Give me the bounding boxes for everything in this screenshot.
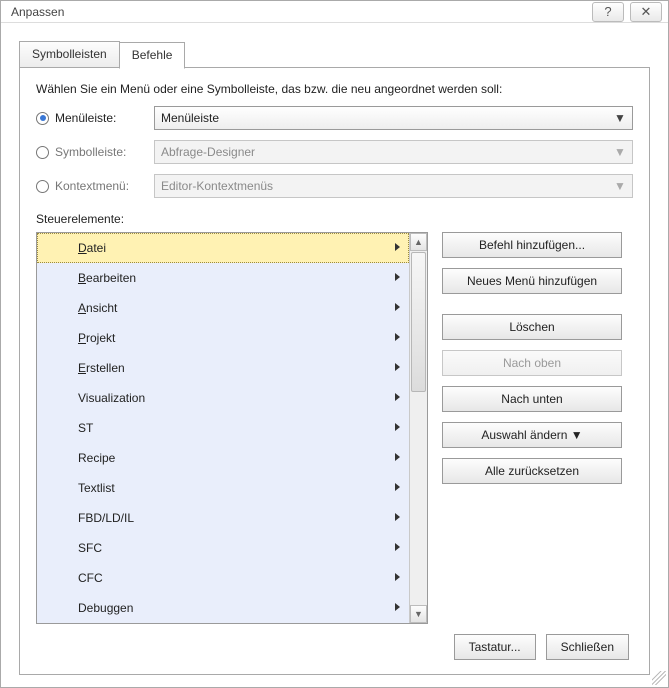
list-item[interactable]: ST bbox=[37, 413, 409, 443]
list-item-label: Ansicht bbox=[78, 301, 117, 315]
content: Symbolleisten Befehle Wählen Sie ein Men… bbox=[1, 23, 668, 687]
chevron-down-icon: ▼ bbox=[612, 178, 628, 194]
radio-context[interactable] bbox=[36, 180, 49, 193]
list-item-label: Textlist bbox=[78, 481, 115, 495]
submenu-arrow-icon bbox=[395, 483, 400, 491]
titlebar: Anpassen ? ✕ bbox=[1, 1, 668, 23]
list-item[interactable]: Erstellen bbox=[37, 353, 409, 383]
window-title: Anpassen bbox=[11, 5, 586, 19]
tab-toolbars[interactable]: Symbolleisten bbox=[19, 41, 120, 68]
option-menubar-label: Menüleiste: bbox=[55, 111, 116, 125]
list-item-label: Erstellen bbox=[78, 361, 125, 375]
commands-panel: Wählen Sie ein Menü oder eine Symbolleis… bbox=[19, 67, 650, 675]
option-menubar-label-wrap[interactable]: Menüleiste: bbox=[36, 111, 146, 125]
tab-commands[interactable]: Befehle bbox=[119, 42, 186, 69]
change-selection-button[interactable]: Auswahl ändern ▼ bbox=[442, 422, 622, 448]
scroll-thumb[interactable] bbox=[411, 252, 426, 392]
submenu-arrow-icon bbox=[395, 543, 400, 551]
list-item-label: FBD/LD/IL bbox=[78, 511, 134, 525]
reset-all-button[interactable]: Alle zurücksetzen bbox=[442, 458, 622, 484]
list-item-label: SFC bbox=[78, 541, 102, 555]
scroll-up-button[interactable]: ▲ bbox=[410, 233, 427, 251]
combo-context-value: Editor-Kontextmenüs bbox=[161, 179, 273, 193]
controls-list-inner: Datei Bearbeiten Ansicht Projekt Erstellen Vi… bbox=[37, 233, 409, 623]
option-toolbar-row: Symbolleiste: Abfrage-Designer ▼ bbox=[36, 140, 633, 164]
list-item-label: ST bbox=[78, 421, 93, 435]
customize-dialog: Anpassen ? ✕ Symbolleisten Befehle Wähle… bbox=[0, 0, 669, 688]
list-item[interactable]: Debuggen bbox=[37, 593, 409, 623]
submenu-arrow-icon bbox=[395, 273, 400, 281]
move-up-button: Nach oben bbox=[442, 350, 622, 376]
combo-menubar[interactable]: Menüleiste ▼ bbox=[154, 106, 633, 130]
combo-toolbar: Abfrage-Designer ▼ bbox=[154, 140, 633, 164]
option-context-label-wrap[interactable]: Kontextmenü: bbox=[36, 179, 146, 193]
combo-toolbar-value: Abfrage-Designer bbox=[161, 145, 255, 159]
intro-text: Wählen Sie ein Menü oder eine Symbolleis… bbox=[36, 82, 633, 96]
list-item-label: Debuggen bbox=[78, 601, 133, 615]
help-button[interactable]: ? bbox=[592, 2, 624, 22]
list-item-label: Recipe bbox=[78, 451, 115, 465]
list-item[interactable]: CFC bbox=[37, 563, 409, 593]
list-item[interactable]: Visualization bbox=[37, 383, 409, 413]
controls-listbox[interactable]: Datei Bearbeiten Ansicht Projekt Erstellen Vi… bbox=[36, 232, 428, 624]
scrollbar[interactable]: ▲ ▼ bbox=[409, 233, 427, 623]
close-button[interactable]: Schließen bbox=[546, 634, 629, 660]
list-item-label: CFC bbox=[78, 571, 103, 585]
list-item[interactable]: FBD/LD/IL bbox=[37, 503, 409, 533]
chevron-down-icon: ▼ bbox=[612, 144, 628, 160]
submenu-arrow-icon bbox=[395, 243, 400, 251]
radio-menubar[interactable] bbox=[36, 112, 49, 125]
list-item[interactable]: Textlist bbox=[37, 473, 409, 503]
combo-menubar-value: Menüleiste bbox=[161, 111, 219, 125]
list-item-label: Datei bbox=[78, 241, 106, 255]
option-toolbar-label: Symbolleiste: bbox=[55, 145, 126, 159]
list-item[interactable]: Datei bbox=[37, 233, 409, 263]
keyboard-button[interactable]: Tastatur... bbox=[454, 634, 536, 660]
option-context-label: Kontextmenü: bbox=[55, 179, 129, 193]
submenu-arrow-icon bbox=[395, 603, 400, 611]
list-item[interactable]: SFC bbox=[37, 533, 409, 563]
list-item[interactable]: Ansicht bbox=[37, 293, 409, 323]
list-item[interactable]: Recipe bbox=[37, 443, 409, 473]
action-buttons: Befehl hinzufügen... Neues Menü hinzufüg… bbox=[442, 232, 622, 624]
radio-toolbar[interactable] bbox=[36, 146, 49, 159]
list-item-label: Bearbeiten bbox=[78, 271, 136, 285]
chevron-down-icon: ▼ bbox=[612, 110, 628, 126]
add-command-button[interactable]: Befehl hinzufügen... bbox=[442, 232, 622, 258]
submenu-arrow-icon bbox=[395, 573, 400, 581]
submenu-arrow-icon bbox=[395, 363, 400, 371]
list-item[interactable]: Projekt bbox=[37, 323, 409, 353]
list-item-label: Visualization bbox=[78, 391, 145, 405]
tabstrip: Symbolleisten Befehle bbox=[19, 41, 650, 68]
submenu-arrow-icon bbox=[395, 303, 400, 311]
submenu-arrow-icon bbox=[395, 333, 400, 341]
combo-context: Editor-Kontextmenüs ▼ bbox=[154, 174, 633, 198]
controls-label: Steuerelemente: bbox=[36, 212, 633, 226]
submenu-arrow-icon bbox=[395, 513, 400, 521]
list-item[interactable]: Bearbeiten bbox=[37, 263, 409, 293]
dialog-footer: Tastatur... Schließen bbox=[36, 624, 633, 660]
list-item-label: Projekt bbox=[78, 331, 115, 345]
submenu-arrow-icon bbox=[395, 453, 400, 461]
option-context-row: Kontextmenü: Editor-Kontextmenüs ▼ bbox=[36, 174, 633, 198]
move-down-button[interactable]: Nach unten bbox=[442, 386, 622, 412]
option-menubar-row: Menüleiste: Menüleiste ▼ bbox=[36, 106, 633, 130]
option-toolbar-label-wrap[interactable]: Symbolleiste: bbox=[36, 145, 146, 159]
add-menu-button[interactable]: Neues Menü hinzufügen bbox=[442, 268, 622, 294]
scroll-down-button[interactable]: ▼ bbox=[410, 605, 427, 623]
delete-button[interactable]: Löschen bbox=[442, 314, 622, 340]
work-area: Datei Bearbeiten Ansicht Projekt Erstellen Vi… bbox=[36, 232, 633, 624]
resize-grip[interactable] bbox=[652, 671, 666, 685]
submenu-arrow-icon bbox=[395, 393, 400, 401]
submenu-arrow-icon bbox=[395, 423, 400, 431]
close-window-button[interactable]: ✕ bbox=[630, 2, 662, 22]
